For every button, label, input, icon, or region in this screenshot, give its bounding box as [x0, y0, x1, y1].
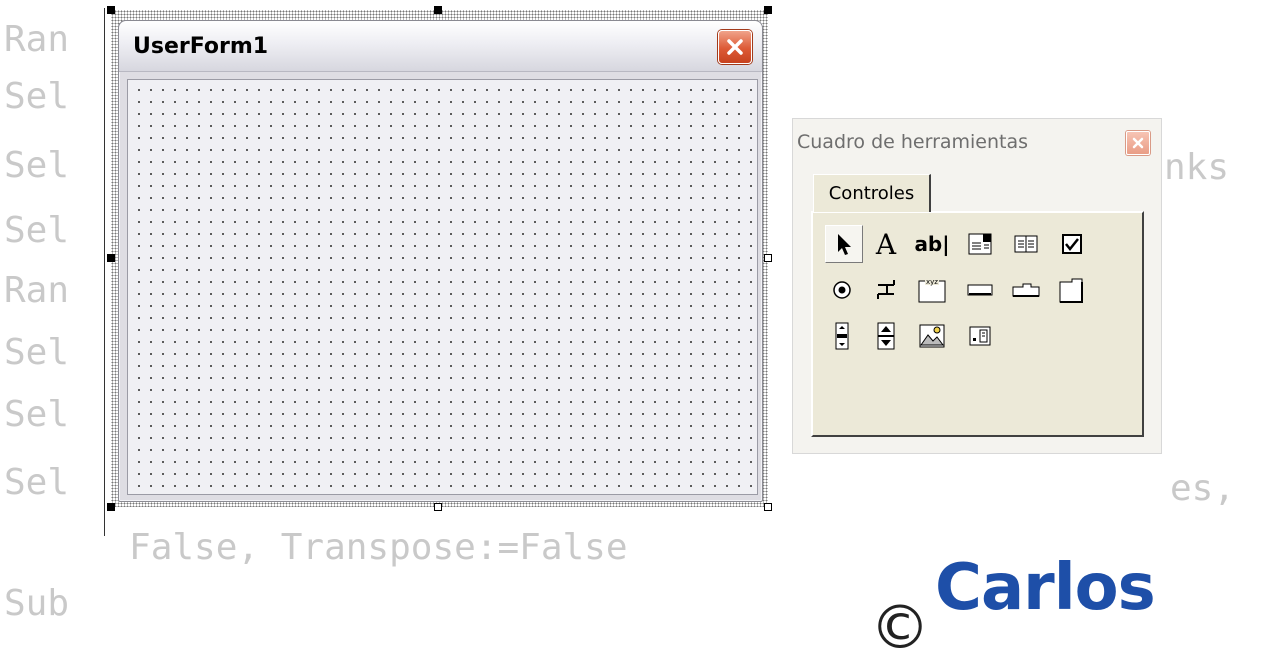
code-line: Ran	[4, 270, 70, 311]
close-icon	[1132, 137, 1144, 149]
carlos-logo-text: Carlos	[935, 551, 1156, 625]
code-fragment: nks	[1164, 147, 1230, 188]
commandbutton-tool-icon[interactable]	[965, 275, 995, 305]
combobox-tool-icon[interactable]	[965, 229, 995, 259]
resize-handle-top-right	[764, 6, 772, 14]
resize-handle-top-center	[434, 6, 442, 14]
resize-handle-bottom-right[interactable]	[764, 503, 772, 511]
textbox-tool-icon[interactable]: ab|	[914, 229, 949, 259]
userform-design-grid[interactable]	[127, 79, 758, 495]
code-line: Sel	[4, 145, 70, 186]
resize-handle-bottom-center[interactable]	[434, 503, 442, 511]
userform-title: UserForm1	[133, 34, 269, 59]
frame-tool-icon[interactable]: xyz	[917, 275, 947, 305]
multipage-tool-icon[interactable]	[1057, 275, 1087, 305]
listbox-tool-icon[interactable]	[1011, 229, 1041, 259]
spinbutton-tool-icon[interactable]	[871, 321, 901, 351]
code-line: Sel	[4, 210, 70, 251]
resize-handle-top-left	[107, 6, 115, 14]
svg-text:xyz: xyz	[926, 278, 938, 286]
close-icon	[727, 39, 743, 55]
code-fragment: es,	[1170, 468, 1236, 509]
togglebutton-tool-icon[interactable]	[871, 275, 901, 305]
resize-handle-middle-left	[107, 254, 115, 262]
refedit-tool-icon[interactable]	[965, 321, 995, 351]
toolbox-controls-panel: A ab| xyz	[811, 211, 1144, 437]
code-margin-line	[104, 8, 105, 536]
select-objects-icon[interactable]	[825, 225, 863, 263]
code-line: Sel	[4, 332, 70, 373]
code-line: Sel	[4, 462, 70, 503]
optionbutton-tool-icon[interactable]	[827, 275, 857, 305]
label-tool-icon[interactable]: A	[871, 228, 901, 261]
image-tool-icon[interactable]	[917, 321, 947, 351]
code-line: Ran	[4, 19, 70, 60]
userform-close-button[interactable]	[718, 30, 752, 64]
tab-controles[interactable]: Controles	[813, 174, 931, 212]
scrollbar-tool-icon[interactable]	[827, 321, 857, 351]
checkbox-tool-icon[interactable]	[1057, 229, 1087, 259]
userform-window[interactable]: UserForm1	[118, 20, 763, 502]
resize-handle-bottom-left	[107, 503, 115, 511]
userform-titlebar[interactable]: UserForm1	[119, 21, 762, 72]
code-end-line: Sub	[4, 583, 70, 624]
toolbox-window[interactable]: Cuadro de herramientas Controles A ab| x…	[792, 118, 1162, 454]
code-continuation-line: False, Transpose:=False	[64, 527, 628, 568]
toolbox-close-button[interactable]	[1126, 131, 1150, 155]
tabstrip-tool-icon[interactable]	[1011, 275, 1041, 305]
code-line: Sel	[4, 394, 70, 435]
resize-handle-middle-right[interactable]	[764, 254, 772, 262]
code-line: Sel	[4, 76, 70, 117]
toolbox-title: Cuadro de herramientas	[797, 131, 1029, 153]
copyright-symbol: ©	[870, 593, 930, 663]
